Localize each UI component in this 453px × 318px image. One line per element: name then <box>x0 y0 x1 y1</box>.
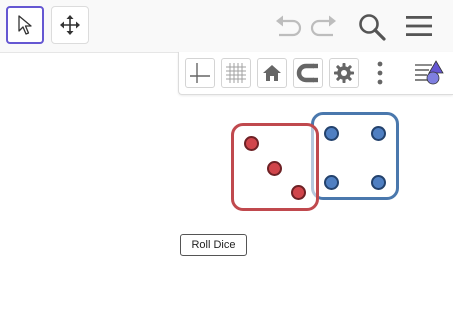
four-way-arrow-icon <box>60 15 80 35</box>
main-menu-button[interactable] <box>403 12 435 40</box>
search-button[interactable] <box>356 11 388 43</box>
roll-dice-button[interactable]: Roll Dice <box>180 234 247 256</box>
redo-button[interactable] <box>309 12 339 40</box>
magnet-icon <box>296 63 318 83</box>
settings-button[interactable] <box>329 58 359 88</box>
top-toolbar <box>0 0 453 53</box>
show-axes-button[interactable] <box>185 58 215 88</box>
blue-die[interactable] <box>311 112 399 200</box>
more-vertical-icon <box>377 61 383 85</box>
move-graphics-view-button[interactable] <box>51 6 89 44</box>
die-pip <box>324 126 339 141</box>
menu-icon <box>406 16 432 36</box>
style-bar-toggle-icon <box>415 60 444 85</box>
die-pip <box>291 185 306 200</box>
standard-view-button[interactable] <box>257 58 287 88</box>
more-options-button[interactable] <box>365 58 395 88</box>
die-pip <box>267 161 282 176</box>
search-icon <box>359 14 386 41</box>
point-capturing-button[interactable] <box>293 58 323 88</box>
undo-icon <box>276 15 302 37</box>
undo-button[interactable] <box>273 12 303 40</box>
gear-icon <box>334 63 354 83</box>
style-bar-toggle-button[interactable] <box>413 58 447 88</box>
move-tool-button[interactable] <box>6 6 44 44</box>
home-icon <box>263 65 281 81</box>
cursor-arrow-icon <box>18 15 32 35</box>
axes-icon <box>190 63 210 83</box>
grid-icon <box>226 63 246 83</box>
graphics-style-bar <box>178 52 453 95</box>
show-grid-button[interactable] <box>221 58 251 88</box>
die-pip <box>371 126 386 141</box>
die-pip <box>371 175 386 190</box>
die-pip <box>244 136 259 151</box>
redo-icon <box>310 15 336 37</box>
die-pip <box>324 175 339 190</box>
red-die[interactable] <box>231 123 319 211</box>
